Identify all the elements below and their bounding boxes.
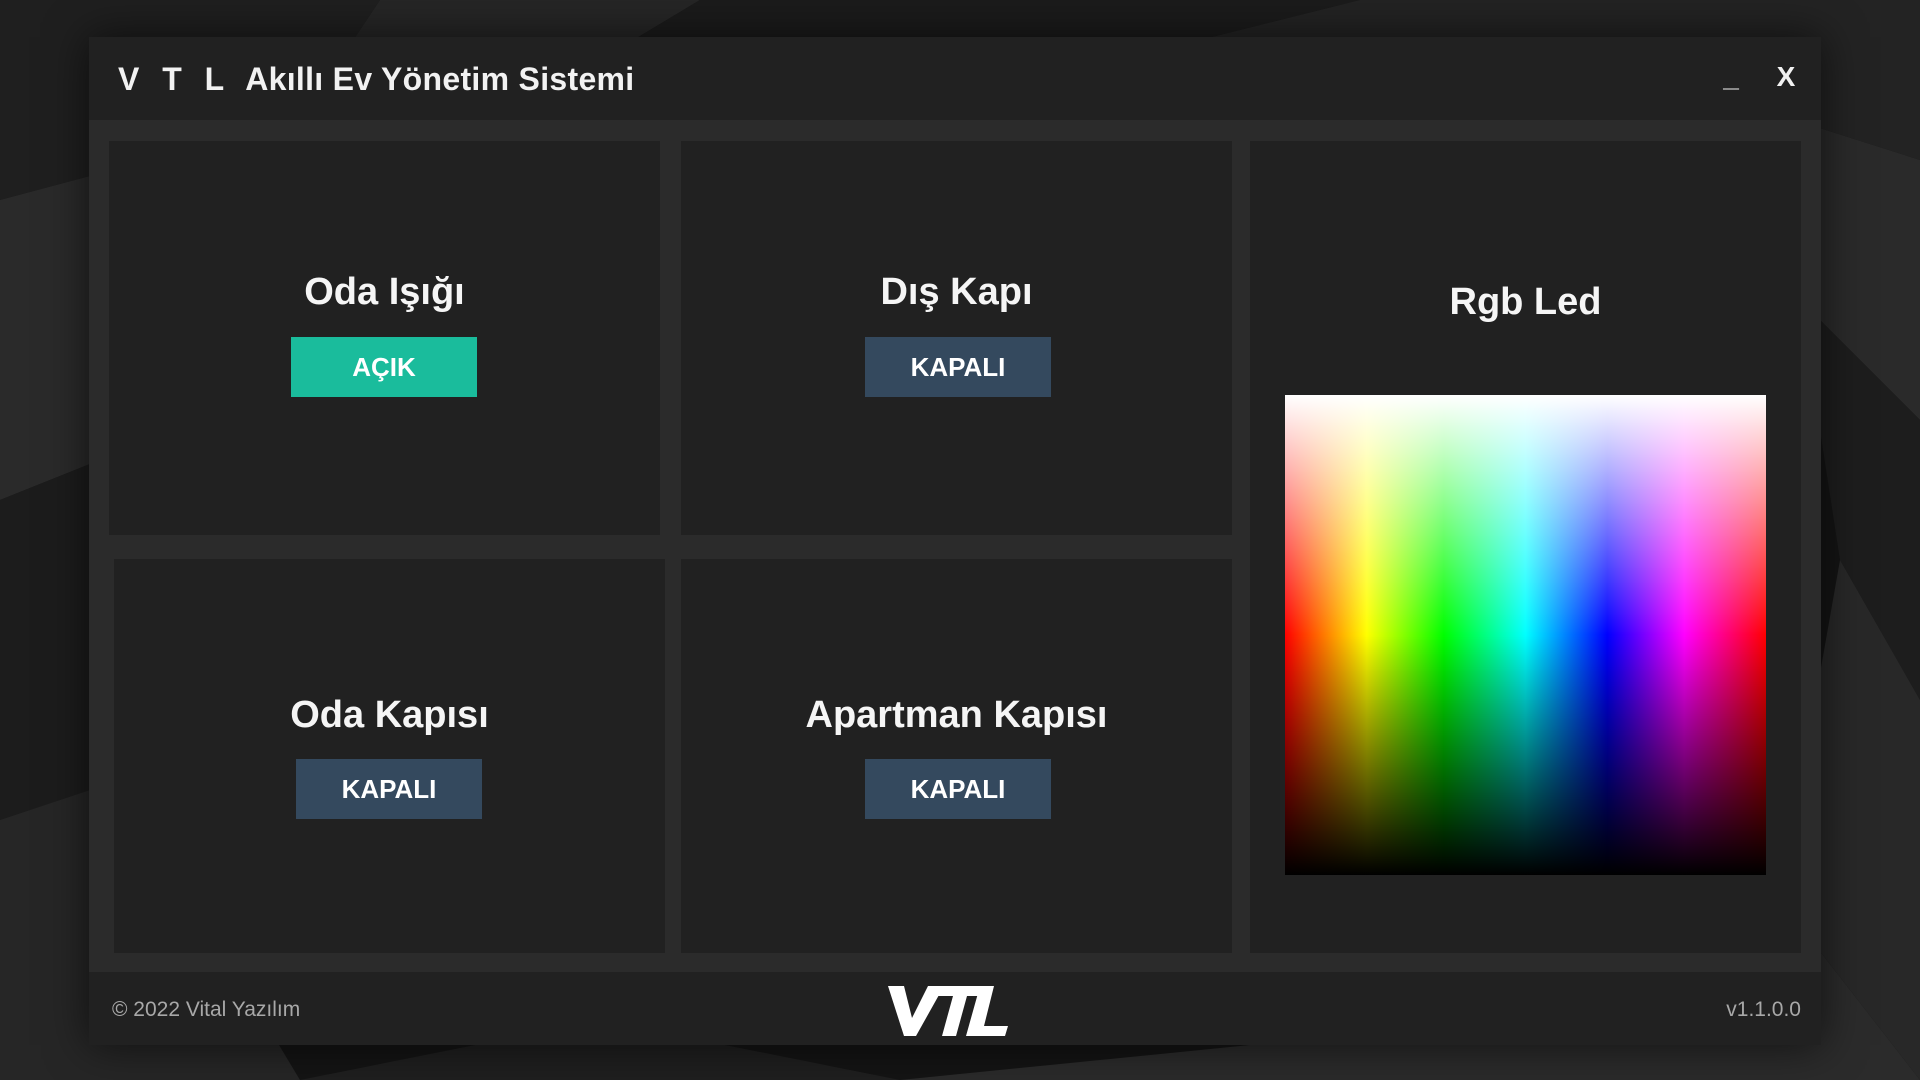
- panel-title-dis-kapi: Dış Kapı: [880, 271, 1033, 313]
- vtl-logo: [888, 986, 1008, 1036]
- panel-title-apartman-kapisi: Apartman Kapısı: [805, 694, 1108, 736]
- panel-dis-kapi: Dış Kapı KAPALI: [681, 141, 1232, 535]
- title-brand: V T L: [118, 61, 232, 97]
- footer: © 2022 Vital Yazılım v1.1.0.0: [89, 972, 1821, 1045]
- panel-oda-kapisi: Oda Kapısı KAPALI: [114, 559, 665, 953]
- title-bar[interactable]: V T L Akıllı Ev Yönetim Sistemi _ X: [89, 37, 1821, 120]
- panel-title-rgb-led: Rgb Led: [1449, 281, 1602, 323]
- version-text: v1.1.0.0: [1726, 998, 1801, 1021]
- copyright-text: © 2022 Vital Yazılım: [112, 998, 301, 1021]
- title-label: Akıllı Ev Yönetim Sistemi: [245, 61, 635, 97]
- panel-oda-isigi: Oda Işığı AÇIK: [109, 141, 660, 535]
- window-title: V T L Akıllı Ev Yönetim Sistemi: [118, 61, 634, 98]
- panel-title-oda-isigi: Oda Işığı: [304, 271, 465, 313]
- minimize-button[interactable]: _: [1711, 55, 1751, 99]
- toggle-oda-isigi-button[interactable]: AÇIK: [291, 337, 477, 397]
- toggle-apartman-kapisi-button[interactable]: KAPALI: [865, 759, 1051, 819]
- rgb-color-picker[interactable]: [1285, 395, 1766, 875]
- toggle-dis-kapi-button[interactable]: KAPALI: [865, 337, 1051, 397]
- toggle-oda-kapisi-button[interactable]: KAPALI: [296, 759, 482, 819]
- panel-title-oda-kapisi: Oda Kapısı: [290, 694, 489, 736]
- main-window: V T L Akıllı Ev Yönetim Sistemi _ X Oda I…: [89, 37, 1821, 1045]
- panel-apartman-kapisi: Apartman Kapısı KAPALI: [681, 559, 1232, 953]
- close-button[interactable]: X: [1766, 55, 1806, 99]
